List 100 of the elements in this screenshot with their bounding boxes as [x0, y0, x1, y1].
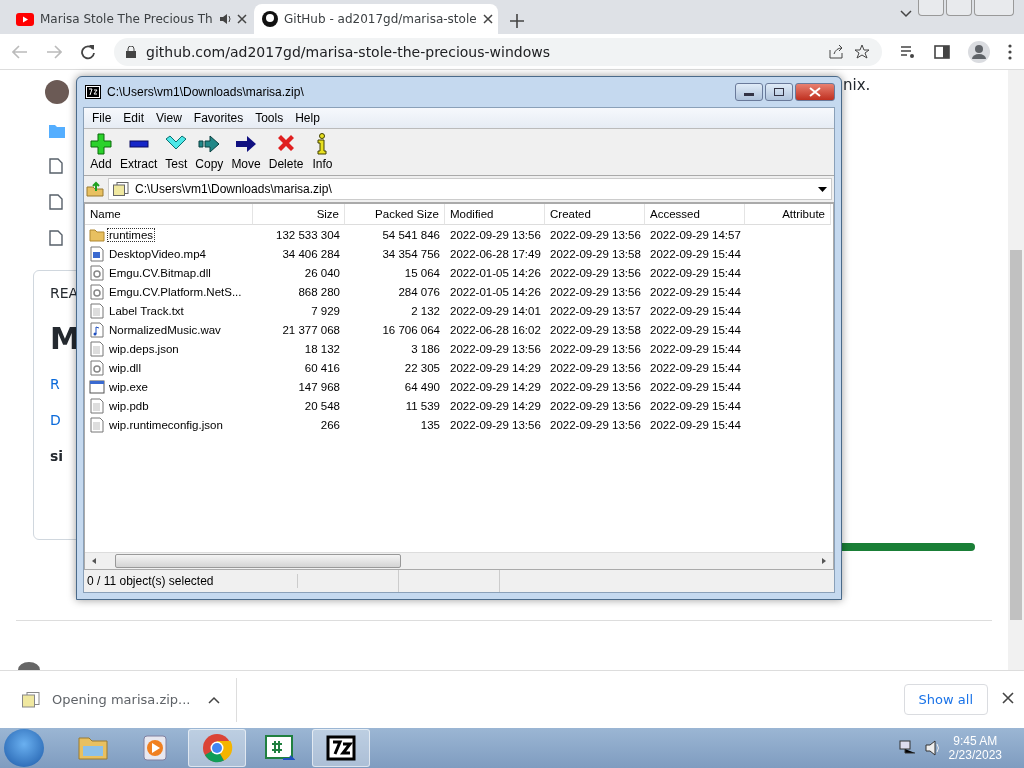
- toolbar-button[interactable]: Info: [307, 133, 338, 171]
- table-cell-text: 2022-09-29 15:44: [649, 303, 742, 319]
- table-cell-text: 16 706 064: [381, 322, 441, 338]
- speaker-icon[interactable]: [924, 740, 941, 756]
- program-file-icon: [89, 378, 105, 395]
- file-name: Emgu.CV.Platform.NetS...: [108, 284, 243, 299]
- dropdown-icon[interactable]: [818, 186, 827, 192]
- menu-item[interactable]: File: [86, 109, 118, 127]
- column-header[interactable]: Modified: [445, 204, 545, 225]
- path-field[interactable]: C:\Users\vm1\Downloads\marisa.zip\: [108, 178, 832, 200]
- avatar: [45, 80, 69, 104]
- table-cell-text: 3 186: [410, 341, 441, 357]
- up-folder-icon[interactable]: [86, 181, 104, 197]
- scrollbar[interactable]: [1008, 70, 1024, 670]
- new-tab-icon[interactable]: [510, 14, 524, 28]
- table-cell-text: 2022-09-29 13:56: [549, 417, 642, 433]
- table-cell[interactable]: wip.exe: [85, 377, 253, 396]
- table-cell-text: 2022-01-05 14:26: [449, 265, 542, 281]
- table-cell-text: 2022-09-29 13:58: [549, 246, 642, 262]
- table-cell-text: 7 929: [310, 303, 341, 319]
- toolbar-button[interactable]: Extract: [116, 133, 162, 171]
- star-icon[interactable]: [854, 43, 870, 60]
- chevron-up-icon[interactable]: [208, 695, 220, 704]
- table-cell[interactable]: Label Track.txt: [85, 301, 253, 320]
- table-cell[interactable]: wip.dll: [85, 358, 253, 377]
- reload-icon[interactable]: [80, 43, 96, 60]
- column-header[interactable]: Size: [253, 204, 345, 225]
- toolbar-button[interactable]: Add: [86, 133, 116, 171]
- table-cell-text: 2022-09-29 13:56: [449, 341, 542, 357]
- table-cell-text: 2022-09-29 13:56: [549, 284, 642, 300]
- toolbar-button[interactable]: Copy: [191, 133, 228, 171]
- column-header[interactable]: Accessed: [645, 204, 745, 225]
- start-button[interactable]: [4, 729, 44, 767]
- download-item[interactable]: Opening marisa.zip...: [52, 692, 196, 707]
- column-header[interactable]: Name: [85, 204, 253, 225]
- horizontal-scrollbar[interactable]: [85, 552, 833, 569]
- table-cell-text: 60 416: [303, 360, 341, 376]
- menu-item[interactable]: Tools: [249, 109, 290, 127]
- maximize-button[interactable]: [765, 83, 793, 101]
- table-cell-text: 2022-09-29 15:44: [649, 265, 742, 281]
- table-cell-text: 21 377 068: [281, 322, 341, 338]
- side-panel-icon[interactable]: [934, 44, 950, 59]
- profile-icon[interactable]: [968, 40, 990, 63]
- table-cell-text: 22 305: [403, 360, 441, 376]
- file-name: wip.pdb: [108, 398, 150, 413]
- table-cell-text: 18 132: [303, 341, 341, 357]
- table-cell-text: 2022-09-29 15:44: [649, 417, 742, 433]
- table-cell-text: 2022-09-29 15:44: [649, 284, 742, 300]
- menu-icon[interactable]: [1008, 43, 1012, 60]
- archive-file-icon: [113, 182, 129, 196]
- readme-text: si: [50, 448, 64, 464]
- text-file-icon: [89, 302, 105, 319]
- table-cell[interactable]: runtimes: [85, 225, 253, 244]
- table-cell-text: 284 076: [397, 284, 441, 300]
- readme-link[interactable]: R: [50, 376, 60, 392]
- browser-tab[interactable]: Marisa Stole The Precious Th: [8, 4, 252, 34]
- table-cell-text: 135: [419, 417, 441, 433]
- table-cell-text: 34 354 756: [381, 246, 441, 262]
- table-cell[interactable]: NormalizedMusic.wav: [85, 320, 253, 339]
- file-name: runtimes: [107, 227, 156, 242]
- close-button[interactable]: [795, 83, 835, 101]
- show-all-button[interactable]: Show all: [903, 684, 988, 715]
- table-cell[interactable]: Emgu.CV.Platform.NetS...: [85, 282, 253, 301]
- browser-tab[interactable]: GitHub - ad2017gd/marisa-stole: [254, 4, 498, 34]
- copy-arrow-icon: [198, 133, 221, 155]
- readme-link[interactable]: D: [50, 412, 61, 428]
- menu-item[interactable]: View: [150, 109, 188, 127]
- table-cell-text: 2022-06-28 17:49: [449, 246, 542, 262]
- table-cell-text: 2022-09-29 14:29: [449, 379, 542, 395]
- close-icon[interactable]: [236, 14, 247, 24]
- table-cell-text: 26 040: [303, 265, 341, 281]
- table-cell-text: 20 548: [303, 398, 341, 414]
- toolbar-button[interactable]: Test: [161, 133, 192, 171]
- menu-item[interactable]: Favorites: [187, 109, 250, 127]
- toolbar-button[interactable]: Delete: [264, 133, 308, 171]
- table-cell[interactable]: DesktopVideo.mp4: [85, 244, 253, 263]
- file-name: wip.dll: [108, 360, 142, 375]
- table-cell[interactable]: wip.deps.json: [85, 339, 253, 358]
- table-cell[interactable]: wip.runtimeconfig.json: [85, 415, 253, 434]
- media-list-icon[interactable]: [900, 44, 916, 59]
- chevron-down-icon[interactable]: [900, 10, 912, 18]
- share-icon[interactable]: [828, 43, 844, 60]
- column-header[interactable]: Attribute: [745, 204, 831, 225]
- table-cell[interactable]: Emgu.CV.Bitmap.dll: [85, 263, 253, 282]
- address-bar[interactable]: github.com/ad2017gd/marisa-stole-the-precious-windows: [114, 37, 882, 66]
- table-cell-text: 2022-09-29 13:56: [549, 398, 642, 414]
- menu-item[interactable]: Help: [289, 109, 326, 127]
- column-header[interactable]: Packed Size: [345, 204, 445, 225]
- network-icon[interactable]: [898, 740, 917, 756]
- file-name: DesktopVideo.mp4: [108, 246, 207, 261]
- close-icon[interactable]: [482, 14, 493, 24]
- column-header[interactable]: Created: [545, 204, 645, 225]
- table-cell-text: 868 280: [297, 284, 341, 300]
- menu-item[interactable]: Edit: [117, 109, 151, 127]
- file-name: NormalizedMusic.wav: [108, 322, 222, 337]
- toolbar-button[interactable]: Move: [227, 133, 265, 171]
- table-cell-text: 2022-09-29 13:56: [549, 341, 642, 357]
- minimize-button[interactable]: [735, 83, 763, 101]
- taskbar-app[interactable]: [312, 729, 370, 767]
- table-cell[interactable]: wip.pdb: [85, 396, 253, 415]
